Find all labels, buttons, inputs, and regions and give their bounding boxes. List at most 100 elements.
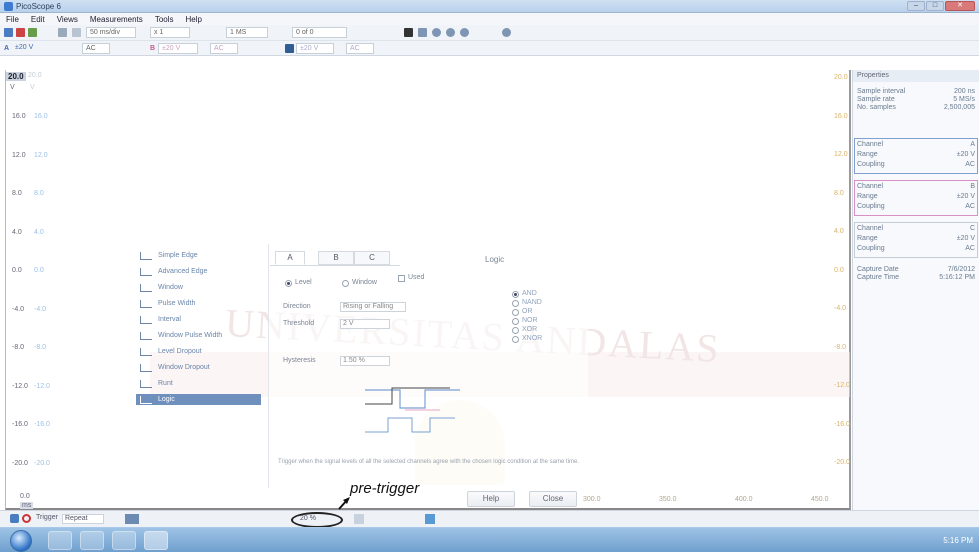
logic-radio-xor[interactable] [512,327,519,334]
trigger-type-runt[interactable]: Runt [136,378,261,389]
trigger-type-interval[interactable]: Interval [136,314,261,325]
channel-property-key: Coupling [857,161,885,168]
timebase-icon [72,28,81,37]
y-axis-unit-b: V [30,84,35,91]
taskbar-picoscope-button[interactable] [144,531,168,550]
y-tick-label-b: 8.0 [34,190,44,197]
trigger-type-level-dropout[interactable]: Level Dropout [136,346,261,357]
logic-radio-and[interactable] [512,291,519,298]
tab-divider [270,265,400,266]
channel-property-key: Range [857,235,878,242]
y-tick-label-right: 16.0 [834,112,848,120]
zoom-out-icon[interactable] [446,28,455,37]
trigger-settings-icon[interactable] [125,514,139,524]
window-title: PicoScope 6 [16,2,61,11]
annotation-arrow-icon [338,497,350,510]
channel-property-key: Coupling [857,203,885,210]
close-window-button[interactable]: ✕ [945,1,975,11]
close-button[interactable]: Close [529,491,577,507]
direction-label: Direction [283,303,311,310]
logic-radio-xnor[interactable] [512,336,519,343]
spectrum-mode-icon[interactable] [28,28,37,37]
trigger-type-logic[interactable]: Logic [136,394,261,405]
logic-radio-or[interactable] [512,309,519,316]
pulse-icon [140,332,152,340]
maximize-button[interactable]: □ [926,1,944,11]
direction-select[interactable]: Rising or Falling [340,302,406,312]
ruler-icon[interactable] [58,28,67,37]
hand-icon[interactable] [418,28,427,37]
trigger-type-label: Window Dropout [158,364,210,371]
tab-channel-b[interactable]: B [318,251,354,265]
x-tick-label: 350.0 [659,496,677,503]
taskbar-media-button[interactable] [80,531,104,550]
trigger-type-window-dropout[interactable]: Window Dropout [136,362,261,373]
window-radio[interactable] [342,280,349,287]
channel-c-range[interactable]: ±20 V [296,43,334,54]
level-label: Level [295,279,312,286]
zoom-undo-icon[interactable] [502,28,511,37]
minimize-button[interactable]: – [907,1,925,11]
channel-b-range[interactable]: ±20 V [158,43,198,54]
help-button[interactable]: Help [467,491,515,507]
trigger-type-window-pulse-width[interactable]: Window Pulse Width [136,330,261,341]
property-value: 5 MS/s [953,96,975,103]
y-tick-label: 0.0 [12,267,22,274]
taskbar-explorer-button[interactable] [48,531,72,550]
pretrigger-spin-icon[interactable] [354,514,364,524]
scope-mode-icon[interactable] [4,28,13,37]
x-tick-label: 450.0 [811,496,829,503]
y-tick-label: -12.0 [12,382,28,390]
trigger-type-label: Simple Edge [158,252,198,259]
menu-measurements[interactable]: Measurements [90,15,143,24]
x-tick-label: 300.0 [583,496,601,503]
hysteresis-input[interactable]: 1.50 % [340,356,390,366]
used-label: Used [408,274,425,281]
menu-file[interactable]: File [6,15,19,24]
y-tick-label-right: -20.0 [834,459,850,466]
tab-channel-c[interactable]: C [354,251,390,265]
view-icon[interactable] [425,514,435,524]
channel-b-coupling[interactable]: AC [210,43,238,54]
pointer-icon[interactable] [404,28,413,37]
persistence-mode-icon[interactable] [16,28,25,37]
zoom-in-icon[interactable] [432,28,441,37]
menu-tools[interactable]: Tools [155,15,174,24]
trigger-type-simple-edge[interactable]: Simple Edge [136,250,261,261]
capture-counter[interactable]: 0 of 0 [292,27,347,38]
channel-c-icon [285,44,294,53]
y-tick-label: -4.0 [12,305,25,313]
clock[interactable]: 5:16 PM [943,536,973,545]
tab-channel-a[interactable]: A [275,251,305,265]
menu-help[interactable]: Help [186,15,202,24]
y-axis-top-label: 20.0 [6,72,26,81]
menu-views[interactable]: Views [57,15,78,24]
timebase-select[interactable]: 50 ms/div [86,27,136,38]
stop-icon[interactable] [22,514,31,523]
y-tick-label-right: 20.0 [834,74,848,81]
used-checkbox[interactable] [398,275,405,282]
zoom-fit-icon[interactable] [460,28,469,37]
trigger-type-pulse-width[interactable]: Pulse Width [136,298,261,309]
zoom-select[interactable]: x 1 [150,27,190,38]
trigger-type-advanced-edge[interactable]: Advanced Edge [136,266,261,277]
channel-c-coupling[interactable]: AC [346,43,374,54]
logic-radio-nand[interactable] [512,300,519,307]
samples-select[interactable]: 1 MS [226,27,268,38]
threshold-input[interactable]: 2 V [340,319,390,329]
trigger-type-window[interactable]: Window [136,282,261,293]
channel-a-range[interactable]: ±20 V [12,43,46,54]
logic-radio-nor[interactable] [512,318,519,325]
trigger-mode-select[interactable]: Repeat [62,514,104,524]
dropout-icon [140,348,152,356]
logic-option-label: XOR [522,326,538,333]
channel-a-coupling[interactable]: AC [82,43,110,54]
menu-edit[interactable]: Edit [31,15,45,24]
channel-property-value: AC [965,203,975,210]
trigger-type-label: Level Dropout [158,348,202,355]
y-tick-label-b: -8.0 [34,344,47,351]
start-button[interactable] [10,530,32,552]
taskbar-folder-button[interactable] [112,531,136,550]
channel-property-key: Channel [857,141,884,148]
level-radio[interactable] [285,280,292,287]
